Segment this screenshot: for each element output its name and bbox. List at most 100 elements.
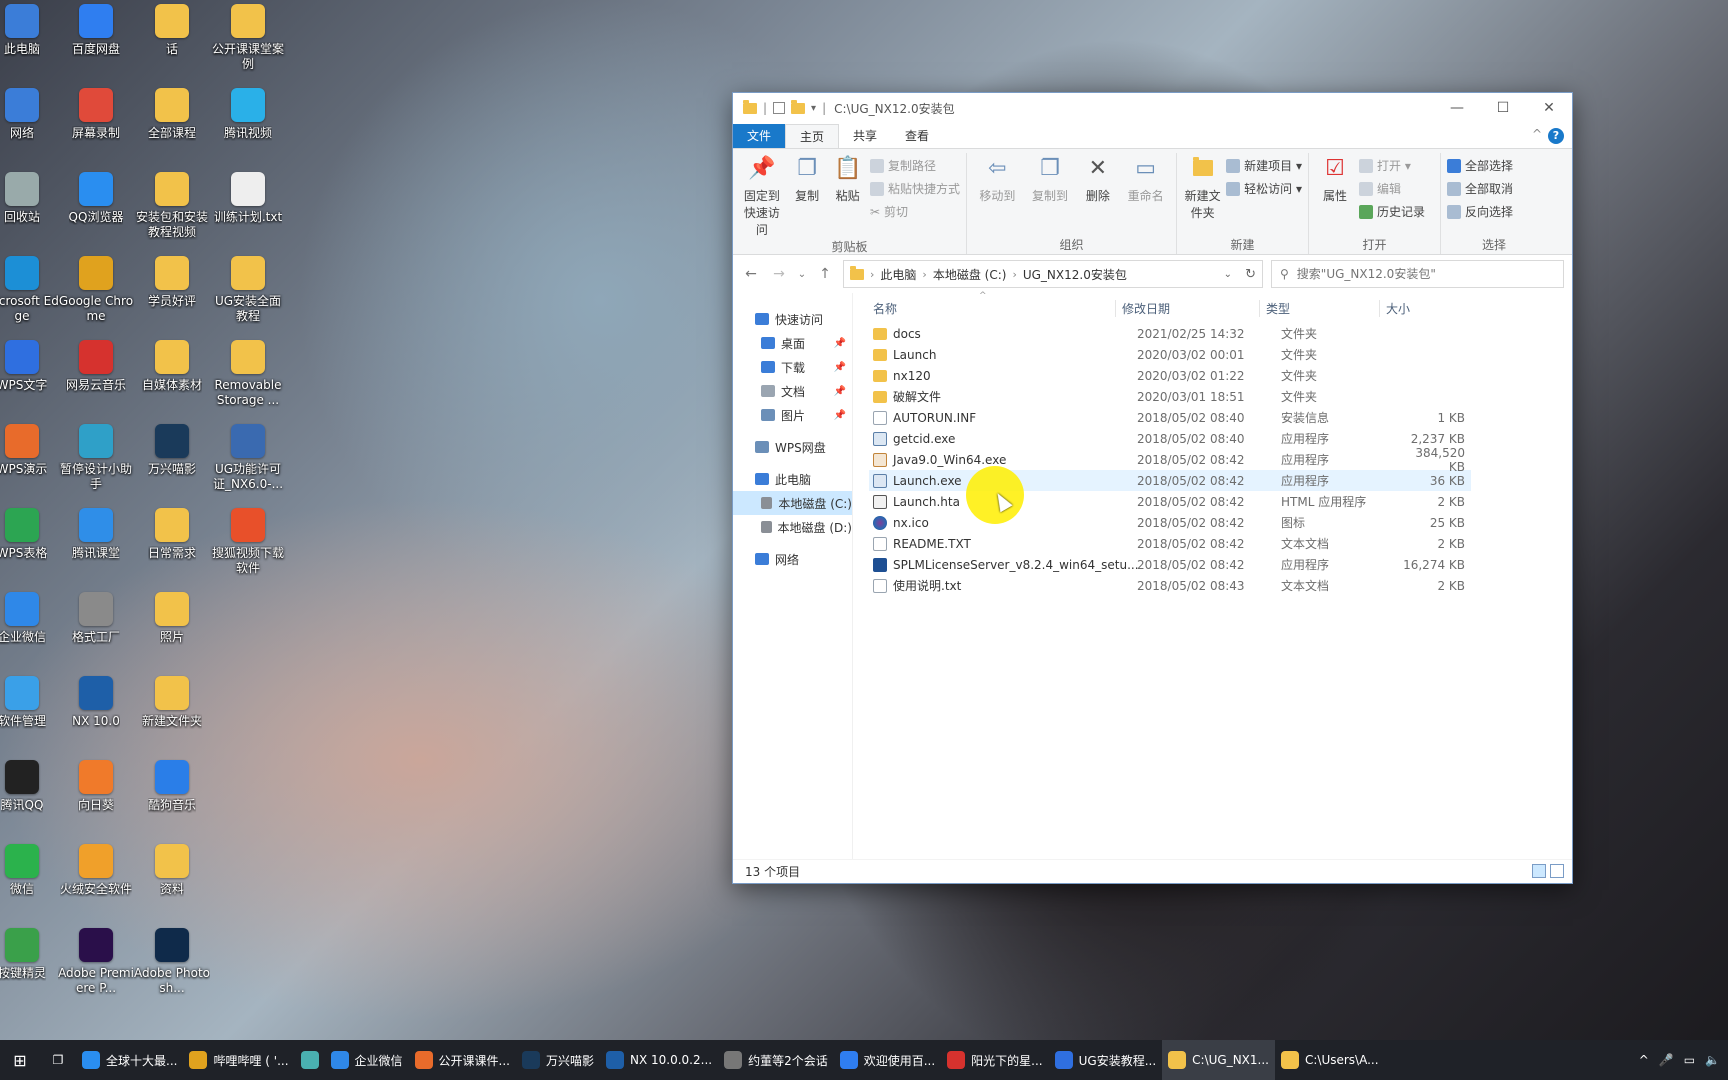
new-folder-button[interactable]: 新建文件夹 [1183, 153, 1222, 236]
taskbar-app[interactable] [295, 1040, 325, 1080]
edit-button[interactable]: 编辑 [1359, 180, 1425, 197]
file-row[interactable]: docs 2021/02/25 14:32 文件夹 [869, 323, 1471, 344]
start-button[interactable]: ⊞ [0, 1040, 40, 1080]
desktop-icon-netease-music[interactable]: 网易云音乐 [58, 340, 134, 393]
file-row[interactable]: Launch.exe 2018/05/02 08:42 应用程序 36 KB [869, 470, 1471, 491]
file-row[interactable]: AUTORUN.INF 2018/05/02 08:40 安装信息 1 KB [869, 407, 1471, 428]
invert-selection-button[interactable]: 反向选择 [1447, 203, 1513, 220]
file-row[interactable]: SPLMLicenseServer_v8.2.4_win64_setu... 20… [869, 554, 1471, 575]
desktop-icon-wecom[interactable]: 企业微信 [0, 592, 60, 645]
breadcrumb-this-pc[interactable]: 此电脑 [880, 266, 916, 283]
desktop-icon-wps-presentation[interactable]: WPS演示 [0, 424, 60, 477]
minimize-button[interactable]: — [1434, 93, 1480, 123]
desktop-icon-filmora[interactable]: 万兴喵影 [134, 424, 210, 477]
desktop-icon-folder[interactable]: 学员好评 [134, 256, 210, 309]
copy-path-button[interactable]: 复制路径 [869, 157, 960, 174]
move-to-button[interactable]: ⇦ 移动到 [973, 153, 1022, 236]
desktop-icon-wps-writer[interactable]: WPS文字 [0, 340, 60, 393]
desktop-icon-folder[interactable]: 话 [134, 4, 210, 57]
close-button[interactable]: ✕ [1526, 93, 1572, 123]
rename-button[interactable]: ▭ 重命名 [1121, 153, 1170, 236]
desktop-icon-kugou[interactable]: 酷狗音乐 [134, 760, 210, 813]
address-dropdown-icon[interactable]: ⌄ [1224, 269, 1232, 280]
file-row[interactable]: 破解文件 2020/03/01 18:51 文件夹 [869, 386, 1471, 407]
sidebar-item[interactable]: 本地磁盘 (C:) [733, 491, 852, 515]
tab-home[interactable]: 主页 [785, 124, 840, 148]
sidebar-item[interactable]: 桌面 📌 [733, 331, 852, 355]
file-row[interactable]: README.TXT 2018/05/02 08:42 文本文档 2 KB [869, 533, 1471, 554]
taskbar-app[interactable]: UG安装教程... [1049, 1040, 1163, 1080]
sidebar-item[interactable]: 文档 📌 [733, 379, 852, 403]
taskbar-app[interactable]: 欢迎使用百... [834, 1040, 941, 1080]
recent-locations-icon[interactable]: ⌄ [797, 269, 807, 280]
column-date[interactable]: 修改日期 [1115, 299, 1259, 317]
history-button[interactable]: 历史记录 [1359, 203, 1425, 220]
desktop-icon-nx[interactable]: NX 10.0 [58, 676, 134, 729]
desktop-icon-text-file[interactable]: 训练计划.txt [210, 172, 286, 225]
tab-file[interactable]: 文件 [733, 124, 786, 148]
desktop-icon-computer[interactable]: 此电脑 [0, 4, 60, 57]
taskbar-app[interactable]: NX 10.0.0.2... [600, 1040, 718, 1080]
desktop-icon-tencent-video[interactable]: 腾讯视频 [210, 88, 286, 141]
desktop-icon-network[interactable]: 网络 [0, 88, 60, 141]
desktop-icon-photoshop[interactable]: Adobe Photosh... [134, 928, 210, 996]
select-all-button[interactable]: 全部选择 [1447, 157, 1513, 174]
cut-button[interactable]: ✂ 剪切 [870, 203, 960, 220]
desktop-icon-format-factory[interactable]: 格式工厂 [58, 592, 134, 645]
up-arrow-icon[interactable]: ↑ [815, 266, 835, 282]
new-item-button[interactable]: 新建项目 ▾ [1226, 157, 1302, 174]
tab-view[interactable]: 查看 [891, 124, 943, 148]
desktop-icon-sunflower[interactable]: 向日葵 [58, 760, 134, 813]
paste-shortcut-button[interactable]: 粘贴快捷方式 [869, 180, 960, 197]
large-icons-view-icon[interactable] [1550, 864, 1564, 878]
taskbar-app[interactable]: 全球十大最... [76, 1040, 183, 1080]
taskbar-app[interactable]: 公开课课件... [409, 1040, 516, 1080]
column-name[interactable]: 名称 [853, 300, 1115, 317]
desktop-icon-software-manager[interactable]: 软件管理 [0, 676, 60, 729]
sidebar-item[interactable]: 网络 [733, 547, 852, 571]
desktop-icon-folder[interactable]: 公开课课堂案例 [210, 4, 286, 72]
title-bar[interactable]: | ▾ | C:\UG_NX12.0安装包 — ☐ ✕ [733, 93, 1572, 123]
properties-button[interactable]: ☑ 属性 [1315, 153, 1355, 236]
chevron-down-icon[interactable]: ▾ [811, 103, 816, 114]
forward-arrow-icon[interactable]: → [769, 266, 789, 282]
sidebar-item[interactable]: 本地磁盘 (D:) [733, 515, 852, 539]
sidebar-item[interactable]: 此电脑 [733, 467, 852, 491]
easy-access-button[interactable]: 轻松访问 ▾ [1226, 180, 1302, 197]
desktop-icon-folder[interactable]: 照片 [134, 592, 210, 645]
search-input[interactable] [1296, 267, 1555, 281]
desktop-icon-script-tool[interactable]: 按键精灵 [0, 928, 60, 981]
taskbar-app[interactable]: C:\Users\A... [1275, 1040, 1385, 1080]
sidebar-item[interactable]: WPS网盘 [733, 435, 852, 459]
breadcrumb-drive-c[interactable]: 本地磁盘 (C:) [933, 266, 1007, 283]
file-row[interactable]: Launch 2020/03/02 00:01 文件夹 [869, 344, 1471, 365]
details-view-icon[interactable] [1532, 864, 1546, 878]
file-row[interactable]: 使用说明.txt 2018/05/02 08:43 文本文档 2 KB [869, 575, 1471, 596]
task-view-button[interactable]: ❐ [40, 1040, 76, 1080]
taskbar-app[interactable]: 约董等2个会话 [718, 1040, 834, 1080]
address-bar[interactable]: › 此电脑 › 本地磁盘 (C:) › UG_NX12.0安装包 ⌄ ↻ [843, 260, 1263, 288]
sidebar-item[interactable]: 图片 📌 [733, 403, 852, 427]
desktop-icon-assistant[interactable]: 暂停设计小助手 [58, 424, 134, 492]
desktop-icon-folder[interactable]: 全部课程 [134, 88, 210, 141]
breadcrumb-current-folder[interactable]: UG_NX12.0安装包 [1023, 266, 1127, 283]
desktop-icon-edge[interactable]: Microsoft Edge [0, 256, 60, 324]
file-row[interactable]: nx120 2020/03/02 01:22 文件夹 [869, 365, 1471, 386]
desktop-icon-folder[interactable]: UG安装全面教程 [210, 256, 286, 324]
desktop-icon-wps-sheet[interactable]: WPS表格 [0, 508, 60, 561]
desktop-icon-folder[interactable]: 新建文件夹 [134, 676, 210, 729]
desktop-icon-screen-record[interactable]: 屏幕录制 [58, 88, 134, 141]
desktop-icon-qq-browser[interactable]: QQ浏览器 [58, 172, 134, 225]
microphone-icon[interactable]: 🎤 [1659, 1053, 1674, 1067]
desktop-icon-chrome[interactable]: Google Chrome [58, 256, 134, 324]
file-row[interactable]: getcid.exe 2018/05/02 08:40 应用程序 2,237 KB [869, 428, 1471, 449]
pin-quick-access-button[interactable]: 📌 固定到快速访问 [739, 153, 785, 238]
file-row[interactable]: Launch.hta 2018/05/02 08:42 HTML 应用程序 2 KB [869, 491, 1471, 512]
search-box[interactable]: ⚲ [1271, 260, 1564, 288]
desktop-icon-license[interactable]: UG功能许可证_NX6.0-... [210, 424, 286, 492]
chevron-up-icon[interactable]: ^ [1639, 1053, 1649, 1067]
open-button[interactable]: 打开 ▾ [1359, 157, 1425, 174]
collapse-ribbon-icon[interactable]: ^ [1532, 127, 1542, 141]
taskbar-app[interactable]: 哔哩哔哩 ( '... [183, 1040, 294, 1080]
copy-to-button[interactable]: ❐ 复制到 [1026, 153, 1075, 236]
